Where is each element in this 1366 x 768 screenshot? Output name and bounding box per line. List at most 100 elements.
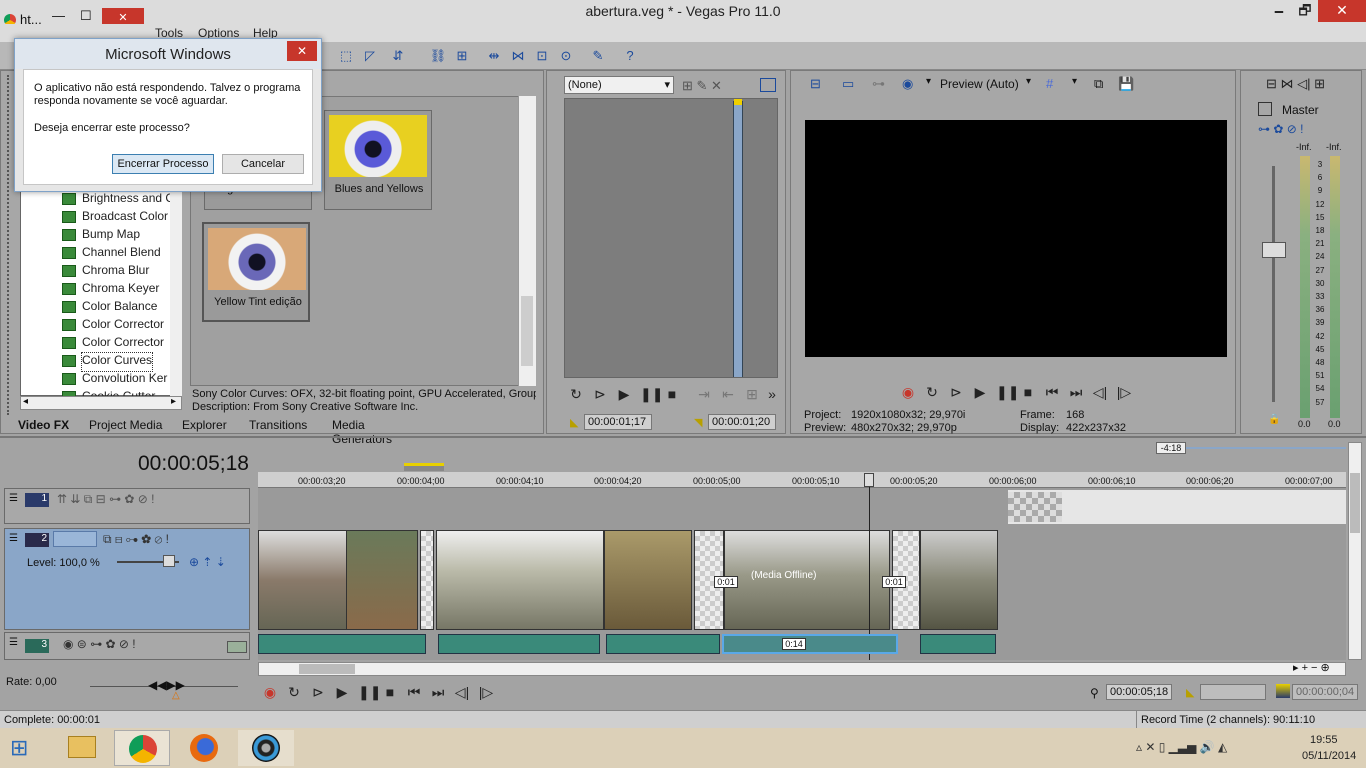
save-snapshot-icon[interactable]: 💾	[1118, 76, 1134, 92]
loop-icon[interactable]: ↻	[568, 386, 584, 402]
fx-list-item[interactable]: Color Curves	[62, 352, 154, 372]
envelope-tool-icon[interactable]: ◸	[360, 46, 380, 66]
trimmer-selection[interactable]	[733, 101, 743, 377]
fx-list-item[interactable]: Color Balance	[62, 299, 157, 317]
zoom-controls[interactable]: ▸ + − ⊕	[1293, 661, 1330, 674]
fx-list-item[interactable]: Brightness and C	[62, 191, 174, 209]
track-2-header[interactable]: ☰ 2 ⧉ ⊟ ⊶ ✿ ⊘ ! Level: 100,0 % ⊕ ⇡ ⇣	[4, 528, 250, 630]
audio-clip[interactable]	[438, 634, 600, 654]
level-slider-handle[interactable]	[163, 555, 175, 567]
quality-dropdown-icon[interactable]: ▾	[1026, 76, 1031, 87]
vegas-taskbar-icon[interactable]	[238, 730, 294, 766]
fx-list-item[interactable]: Channel Blend	[62, 245, 161, 263]
audio-clip[interactable]	[606, 634, 720, 654]
splitter[interactable]	[0, 436, 1366, 438]
video-clip[interactable]	[346, 530, 418, 630]
prev-frame-icon[interactable]: ◁|	[454, 684, 470, 700]
audio-clip[interactable]	[258, 634, 426, 654]
cancel-button[interactable]: Cancelar	[222, 154, 304, 174]
firefox-taskbar-icon[interactable]	[176, 730, 232, 766]
trim-in-icon[interactable]: ⇥	[696, 386, 712, 402]
next-frame-icon[interactable]: |▷	[1116, 384, 1132, 400]
stop-icon[interactable]: ■	[664, 386, 680, 402]
go-to-start-icon[interactable]: ⏮	[406, 684, 422, 700]
fx-list-item[interactable]: Bump Map	[62, 227, 140, 245]
overlays-dropdown-icon[interactable]: ▾	[926, 76, 931, 87]
play-icon[interactable]: ▶	[972, 384, 988, 400]
track-name-field[interactable]	[53, 531, 97, 547]
video-clip[interactable]	[436, 530, 604, 630]
file-explorer-taskbar-icon[interactable]	[54, 730, 110, 766]
time-ruler[interactable]: 00:00:03;20 00:00:04;00 00:00:04;10 00:0…	[258, 472, 1346, 488]
lock-icon[interactable]: 🔒	[1268, 414, 1280, 425]
fx-list-item[interactable]: Color Corrector	[62, 335, 164, 353]
track-menu-icon[interactable]: ☰	[9, 493, 21, 505]
master-fx-icons[interactable]: ⊶ ✿ ⊘ !	[1258, 122, 1303, 136]
chrome-minimize-button[interactable]: —	[52, 8, 65, 23]
record-icon[interactable]: ◉	[262, 684, 278, 700]
preview-quality-dropdown[interactable]: Preview (Auto)	[940, 77, 1019, 91]
trim-sel-icon[interactable]: ⊞	[744, 386, 760, 402]
scroll-right-icon[interactable]: ▸	[171, 396, 176, 407]
cursor-position-time[interactable]: 00:00:05;18	[1106, 684, 1172, 700]
fx-list-item[interactable]: Convolution Ker	[62, 371, 167, 389]
fx-list-item[interactable]: Chroma Blur	[62, 263, 149, 281]
vscroll-thumb[interactable]	[1350, 473, 1360, 533]
preset-yellow-tint[interactable]: Yellow Tint edição	[202, 222, 310, 322]
more-icon[interactable]: »	[764, 386, 780, 402]
preset-blues-and-yellows[interactable]: Blues and Yellows	[324, 110, 432, 210]
pause-icon[interactable]: ❚❚	[358, 684, 381, 700]
track-controls[interactable]: ⧉ ⊟ ⊶ ✿ ⊘ !	[103, 532, 169, 547]
playhead-cursor[interactable]	[869, 474, 870, 660]
timeline-vscroll[interactable]	[1348, 442, 1362, 660]
video-clip[interactable]	[604, 530, 692, 630]
stop-icon[interactable]: ■	[1020, 384, 1036, 400]
auto-ripple-icon[interactable]: ⛓	[428, 46, 448, 66]
next-frame-icon[interactable]: |▷	[478, 684, 494, 700]
end-process-button[interactable]: Encerrar Processo	[112, 154, 214, 174]
audio-clip[interactable]	[920, 634, 996, 654]
go-to-end-icon[interactable]: ⏭	[1068, 384, 1084, 400]
tab-transitions[interactable]: Transitions	[249, 418, 307, 432]
play-from-start-icon[interactable]: ⊳	[948, 384, 964, 400]
fx-list-hscroll[interactable]: ◂ ▸	[20, 396, 182, 410]
grid-icon[interactable]: #	[1046, 76, 1053, 91]
hscroll-thumb[interactable]	[299, 664, 355, 674]
split-screen-icon[interactable]: ⊶	[872, 76, 885, 92]
presets-scroll-thumb[interactable]	[521, 296, 533, 366]
brush-icon[interactable]: ✎	[588, 46, 608, 66]
scroll-left-icon[interactable]: ◂	[23, 396, 28, 407]
close-button[interactable]: ✕	[1318, 0, 1366, 22]
trimmer-dropdown[interactable]: (None) ▾	[564, 76, 674, 94]
track-motion-icons[interactable]: ⊕ ⇡ ⇣	[189, 555, 226, 569]
track-controls[interactable]: ⇈ ⇊ ⧉ ⊟ ⊶ ✿ ⊘ !	[57, 492, 155, 507]
trimmer-time-out[interactable]: 00:00:01;20	[708, 414, 776, 430]
loop-region-bar[interactable]	[1186, 447, 1346, 449]
tab-video-fx[interactable]: Video FX	[18, 418, 69, 432]
record-icon[interactable]: ◉	[900, 384, 916, 400]
track-menu-icon[interactable]: ☰	[9, 533, 18, 544]
timeline-current-time[interactable]: 00:00:05;18	[138, 452, 249, 476]
dialog-close-button[interactable]: ✕	[287, 41, 317, 61]
grid-dropdown-icon[interactable]: ▾	[1072, 76, 1077, 87]
trimmer-monitor-icon[interactable]	[760, 78, 776, 92]
timeline-hscroll[interactable]: ▸ + − ⊕	[258, 662, 1346, 676]
copy-snapshot-icon[interactable]: ⧉	[1094, 76, 1103, 92]
prev-frame-icon[interactable]: ◁|	[1092, 384, 1108, 400]
trimmer-tool-icons[interactable]: ⊞ ✎ ✕	[682, 78, 722, 94]
trim-out-icon[interactable]: ⇤	[720, 386, 736, 402]
play-icon[interactable]: ▶	[616, 386, 632, 402]
play-icon[interactable]: ▶	[334, 684, 350, 700]
audio-clip-selected[interactable]	[722, 634, 898, 654]
tab-media-generators[interactable]: Media Generators	[332, 418, 428, 446]
fx-list-item[interactable]: Broadcast Color	[62, 209, 168, 227]
video-clip[interactable]	[258, 530, 348, 630]
maximize-button[interactable]: 🗗	[1288, 0, 1322, 22]
help-pointer-icon[interactable]: ?	[620, 46, 640, 66]
video-clip[interactable]	[920, 530, 998, 630]
track-menu-icon[interactable]: ☰	[9, 637, 18, 648]
pause-icon[interactable]: ❚❚	[996, 384, 1019, 400]
master-toolbar-icons[interactable]: ⊟ ⋈ ◁| ⊞	[1266, 76, 1325, 92]
master-fader-handle[interactable]	[1262, 242, 1286, 258]
tray-icons[interactable]: ▵ ✕ ▯ ▁▃▅ 🔊 ◭	[1136, 740, 1227, 754]
